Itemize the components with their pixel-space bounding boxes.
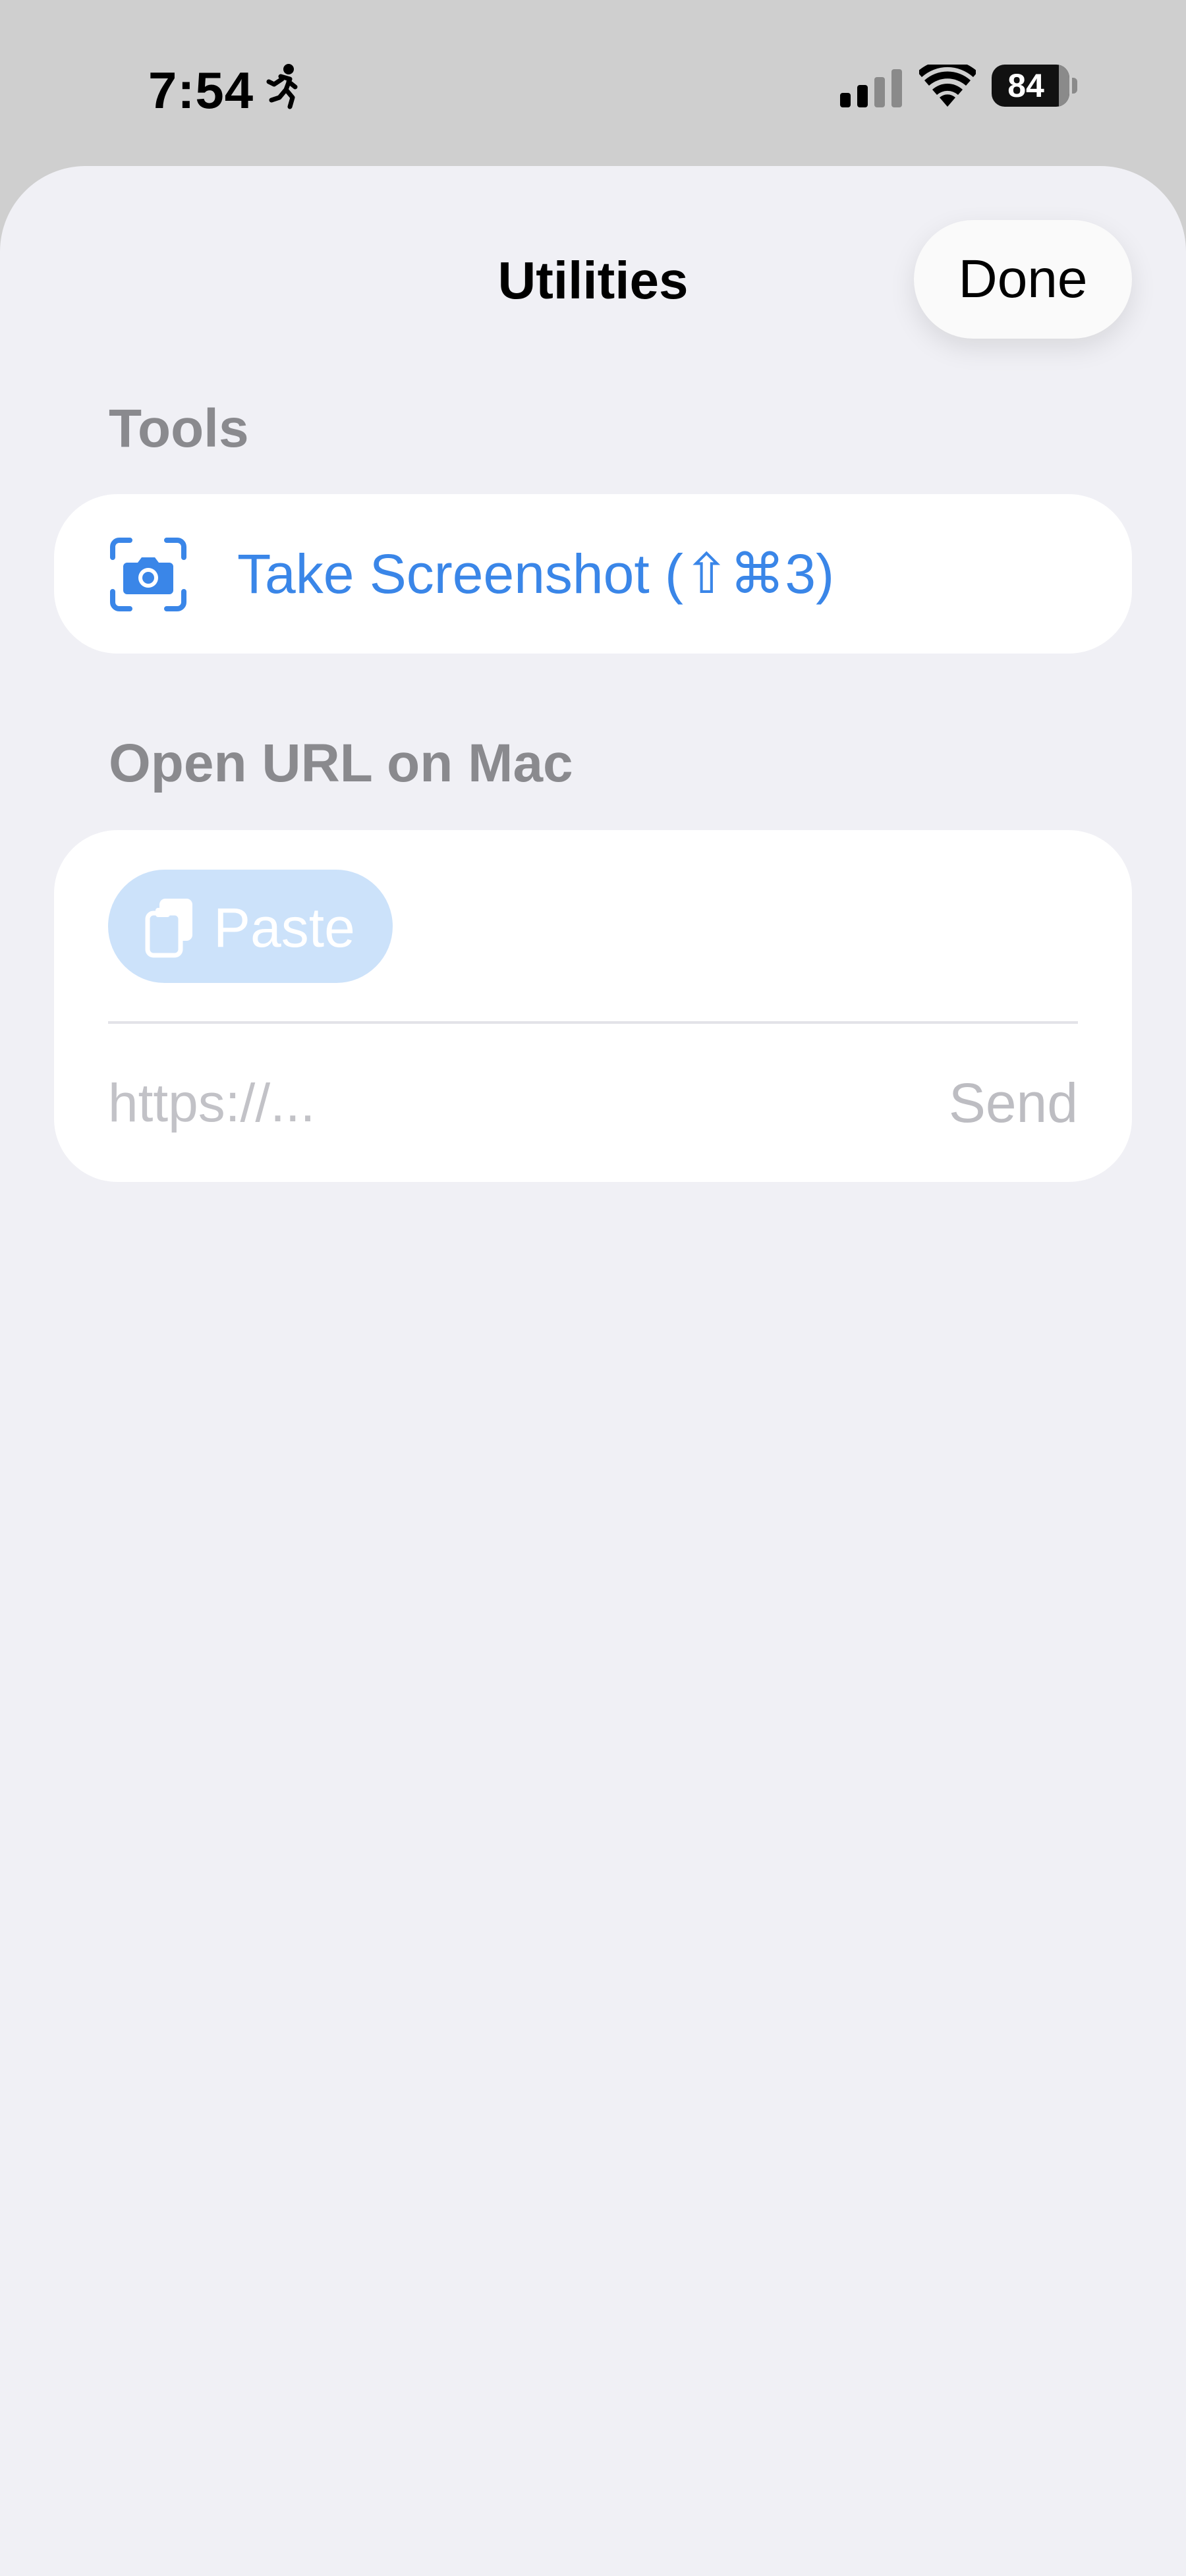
status-bar: 7:54 84: [0, 0, 1186, 165]
take-screenshot-button[interactable]: Take Screenshot (⇧⌘3): [54, 494, 1132, 654]
utilities-sheet: Utilities Done Tools Take Screenshot (⇧⌘…: [0, 166, 1186, 2576]
send-button[interactable]: Send: [949, 1071, 1078, 1135]
url-input[interactable]: [108, 1067, 833, 1140]
battery-body: 84: [992, 65, 1069, 107]
paste-label: Paste: [213, 897, 355, 959]
status-time: 7:54: [148, 61, 254, 119]
clipboard-copy-icon: [145, 896, 195, 958]
divider: [108, 1021, 1078, 1024]
open-url-section-header: Open URL on Mac: [109, 733, 573, 793]
open-url-card: Paste Send: [54, 830, 1132, 1182]
battery-level: 84: [1007, 67, 1044, 104]
battery-empty: [1059, 65, 1069, 107]
cellular-signal-icon: [840, 69, 903, 107]
take-screenshot-label: Take Screenshot (⇧⌘3): [237, 543, 835, 605]
tools-section-header: Tools: [109, 399, 249, 459]
battery-icon: 84: [992, 65, 1077, 107]
camera-viewfinder-icon: [110, 538, 186, 611]
battery-cap: [1072, 78, 1077, 94]
done-button[interactable]: Done: [914, 220, 1132, 339]
wifi-icon: [917, 60, 978, 107]
paste-button[interactable]: Paste: [108, 870, 393, 983]
activity-running-icon: [262, 63, 302, 109]
